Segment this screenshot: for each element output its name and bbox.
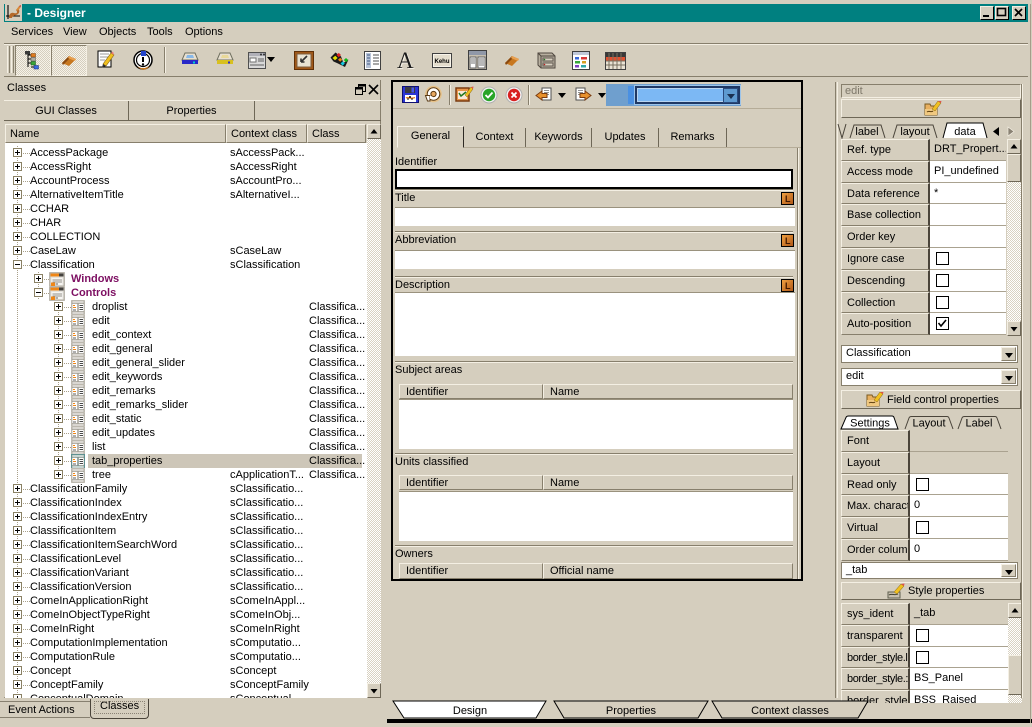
svg-text:layout: layout <box>900 126 929 138</box>
svg-text:Kehu: Kehu <box>435 59 450 65</box>
svg-text:Layout: Layout <box>912 418 945 430</box>
svg-text:Label: Label <box>966 418 993 430</box>
svg-text:Context classes: Context classes <box>751 705 829 717</box>
svg-text:Design: Design <box>453 705 487 717</box>
svg-text:data: data <box>954 126 976 138</box>
svg-text:label: label <box>855 126 878 138</box>
svg-text:Properties: Properties <box>606 705 657 717</box>
svg-text:Settings: Settings <box>850 418 890 430</box>
